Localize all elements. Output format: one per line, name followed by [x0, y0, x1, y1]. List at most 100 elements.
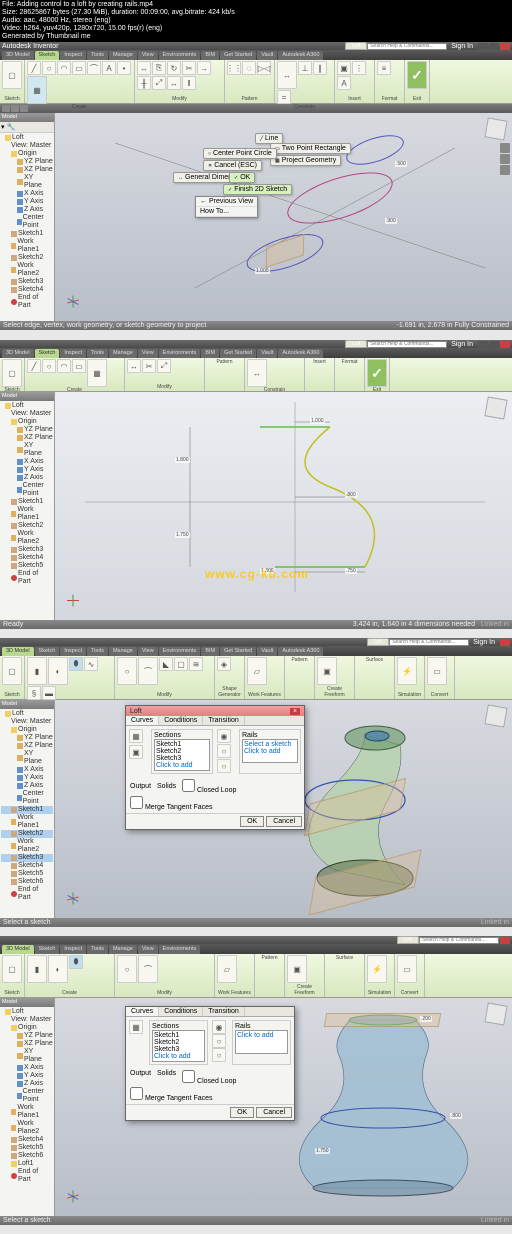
rails-mode-icon[interactable]: ○	[217, 744, 231, 758]
convert-sm-button[interactable]: ▭	[427, 657, 447, 685]
tab-3dmodel[interactable]: 3D Model	[2, 945, 34, 954]
ok-button[interactable]: OK	[230, 1107, 254, 1118]
viewport-3d[interactable]: .500 .900 1.000 ╱ Line ▭ Two Point Recta…	[55, 113, 512, 321]
tree-xy-plane[interactable]: XY Plane	[1, 442, 53, 458]
line-button[interactable]: ╱	[27, 359, 41, 373]
browser-tree[interactable]: Loft View: Master Origin YZ Plane XZ Pla…	[0, 133, 54, 311]
scale-button[interactable]: ⤢	[157, 359, 171, 373]
dialog-titlebar[interactable]: Loft ×	[126, 706, 304, 716]
tree-z-axis[interactable]: Z Axis	[1, 206, 53, 214]
text-button[interactable]: A	[102, 61, 116, 75]
doc-tab-loft[interactable]: Loft	[397, 936, 419, 944]
rails-mode-icon[interactable]: ◉	[217, 729, 231, 743]
rib-button[interactable]: ▬	[42, 686, 56, 700]
signin-label[interactable]: Sign In	[473, 639, 495, 646]
fillet-button[interactable]: ⌒	[138, 955, 158, 983]
move-button[interactable]: ↔	[127, 359, 141, 373]
rails-mode-icon[interactable]: ○	[217, 759, 231, 773]
tab-inspect[interactable]: Inspect	[60, 349, 86, 358]
close-button[interactable]	[500, 937, 510, 944]
browser-tree[interactable]: Loft View: Master Origin YZ Plane XZ Pla…	[0, 401, 54, 587]
loft-dialog[interactable]: Loft × Curves Conditions Transition ▦ ▣ …	[125, 705, 305, 830]
arc-button[interactable]: ◠	[57, 61, 71, 75]
trim-button[interactable]: ✂	[182, 61, 196, 75]
stretch-button[interactable]: ↔	[167, 76, 181, 90]
float-cancel[interactable]: ✕ Cancel (ESC)	[203, 160, 262, 171]
constraint-icon[interactable]: ∥	[313, 61, 327, 75]
tab-getstarted[interactable]: Get Started	[220, 647, 256, 656]
tab-manage[interactable]: Manage	[109, 945, 137, 954]
stress-button[interactable]: ⚡	[367, 955, 387, 983]
tree-x-axis[interactable]: X Axis	[1, 190, 53, 198]
tab-manage[interactable]: Manage	[109, 349, 137, 358]
doc-tab-loft[interactable]: Loft	[345, 340, 367, 348]
tree-sketch4[interactable]: Sketch4	[1, 286, 53, 294]
tree-sketch1[interactable]: Sketch1	[1, 498, 53, 506]
qat-button[interactable]	[11, 105, 19, 112]
tree-origin[interactable]: Origin	[1, 418, 53, 426]
start-sketch-button[interactable]: ▢	[2, 61, 22, 89]
ok-button[interactable]: OK	[240, 816, 264, 827]
tab-environments[interactable]: Environments	[159, 945, 201, 954]
tab-tools[interactable]: Tools	[87, 647, 108, 656]
revolve-button[interactable]: ◐	[48, 955, 68, 983]
loft-dialog[interactable]: Curves Conditions Transition ▦ Sections …	[125, 1006, 295, 1121]
tab-transition[interactable]: Transition	[203, 1007, 244, 1016]
points-button[interactable]: ⋮	[352, 61, 366, 75]
shell-button[interactable]: ▢	[174, 657, 188, 671]
plane-button[interactable]: ▱	[247, 657, 267, 685]
select-sections-icon[interactable]: ▣	[129, 745, 143, 759]
tab-manage[interactable]: Manage	[109, 647, 137, 656]
tab-vault[interactable]: Vault	[257, 51, 277, 60]
tree-view[interactable]: View: Master	[1, 142, 53, 150]
constraint-icon[interactable]: ⊥	[298, 61, 312, 75]
rectangular-pattern-button[interactable]: ⋮⋮	[227, 61, 241, 75]
float-ok[interactable]: ✓ OK	[229, 172, 255, 183]
dialog-close-button[interactable]: ×	[290, 708, 300, 715]
tab-vault[interactable]: Vault	[257, 647, 277, 656]
tree-z-axis[interactable]: Z Axis	[1, 474, 53, 482]
tree-yz-plane[interactable]: YZ Plane	[1, 426, 53, 434]
tab-3dmodel[interactable]: 3D Model	[2, 647, 34, 656]
signin-label[interactable]: Sign In	[451, 341, 473, 348]
cancel-button[interactable]: Cancel	[256, 1107, 292, 1118]
tab-sketch[interactable]: Sketch	[35, 647, 60, 656]
browser-tree[interactable]: Loft View: Master Origin YZ Plane XZ Pla…	[0, 1007, 54, 1185]
plane-button[interactable]: ▱	[217, 955, 237, 983]
rails-mode-icon[interactable]: ◉	[212, 1020, 226, 1034]
tree-sketch4[interactable]: Sketch4	[1, 554, 53, 562]
viewport-3d[interactable]: Loft × Curves Conditions Transition ▦ ▣ …	[55, 700, 512, 918]
tree-sketch3[interactable]: Sketch3	[1, 546, 53, 554]
tab-view[interactable]: View	[138, 945, 158, 954]
maximize-button[interactable]	[489, 341, 499, 348]
close-button[interactable]	[500, 341, 510, 348]
image-button[interactable]: ▣	[337, 61, 351, 75]
tab-autodesk[interactable]: Autodesk A360	[278, 349, 323, 358]
tab-inspect[interactable]: Inspect	[60, 647, 86, 656]
rotate-button[interactable]: ↻	[167, 61, 181, 75]
circular-pattern-button[interactable]: ◌	[242, 61, 256, 75]
coil-button[interactable]: §	[27, 686, 41, 700]
box-button[interactable]: ▣	[317, 657, 337, 685]
tab-bim[interactable]: BIM	[201, 349, 219, 358]
tab-tools[interactable]: Tools	[87, 945, 108, 954]
dimension-button[interactable]: ↔	[277, 61, 297, 89]
revolve-button[interactable]: ◐	[48, 657, 68, 685]
tree-view[interactable]: View: Master	[1, 410, 53, 418]
closed-loop-checkbox[interactable]: Closed Loop	[182, 1070, 236, 1085]
merge-tangent-checkbox[interactable]: Merge Tangent Faces	[130, 804, 213, 811]
project-geometry-button[interactable]: ▦	[87, 359, 107, 387]
tab-autodesk[interactable]: Autodesk A360	[278, 51, 323, 60]
tab-3dmodel[interactable]: 3D Model	[2, 349, 34, 358]
start-sketch-button[interactable]: ▢	[2, 359, 22, 387]
tab-conditions[interactable]: Conditions	[159, 1007, 203, 1016]
finish-sketch-button[interactable]	[407, 61, 427, 89]
split-button[interactable]: ╫	[137, 76, 151, 90]
sections-list[interactable]: Sketch1 Sketch2 Sketch3 Click to add	[152, 1030, 205, 1062]
close-button[interactable]	[500, 639, 510, 646]
tree-sketch2[interactable]: Sketch2	[1, 254, 53, 262]
constraint-icon[interactable]: =	[277, 90, 291, 104]
tree-root[interactable]: Loft	[1, 402, 53, 410]
minimize-button[interactable]	[478, 341, 488, 348]
trim-button[interactable]: ✂	[142, 359, 156, 373]
